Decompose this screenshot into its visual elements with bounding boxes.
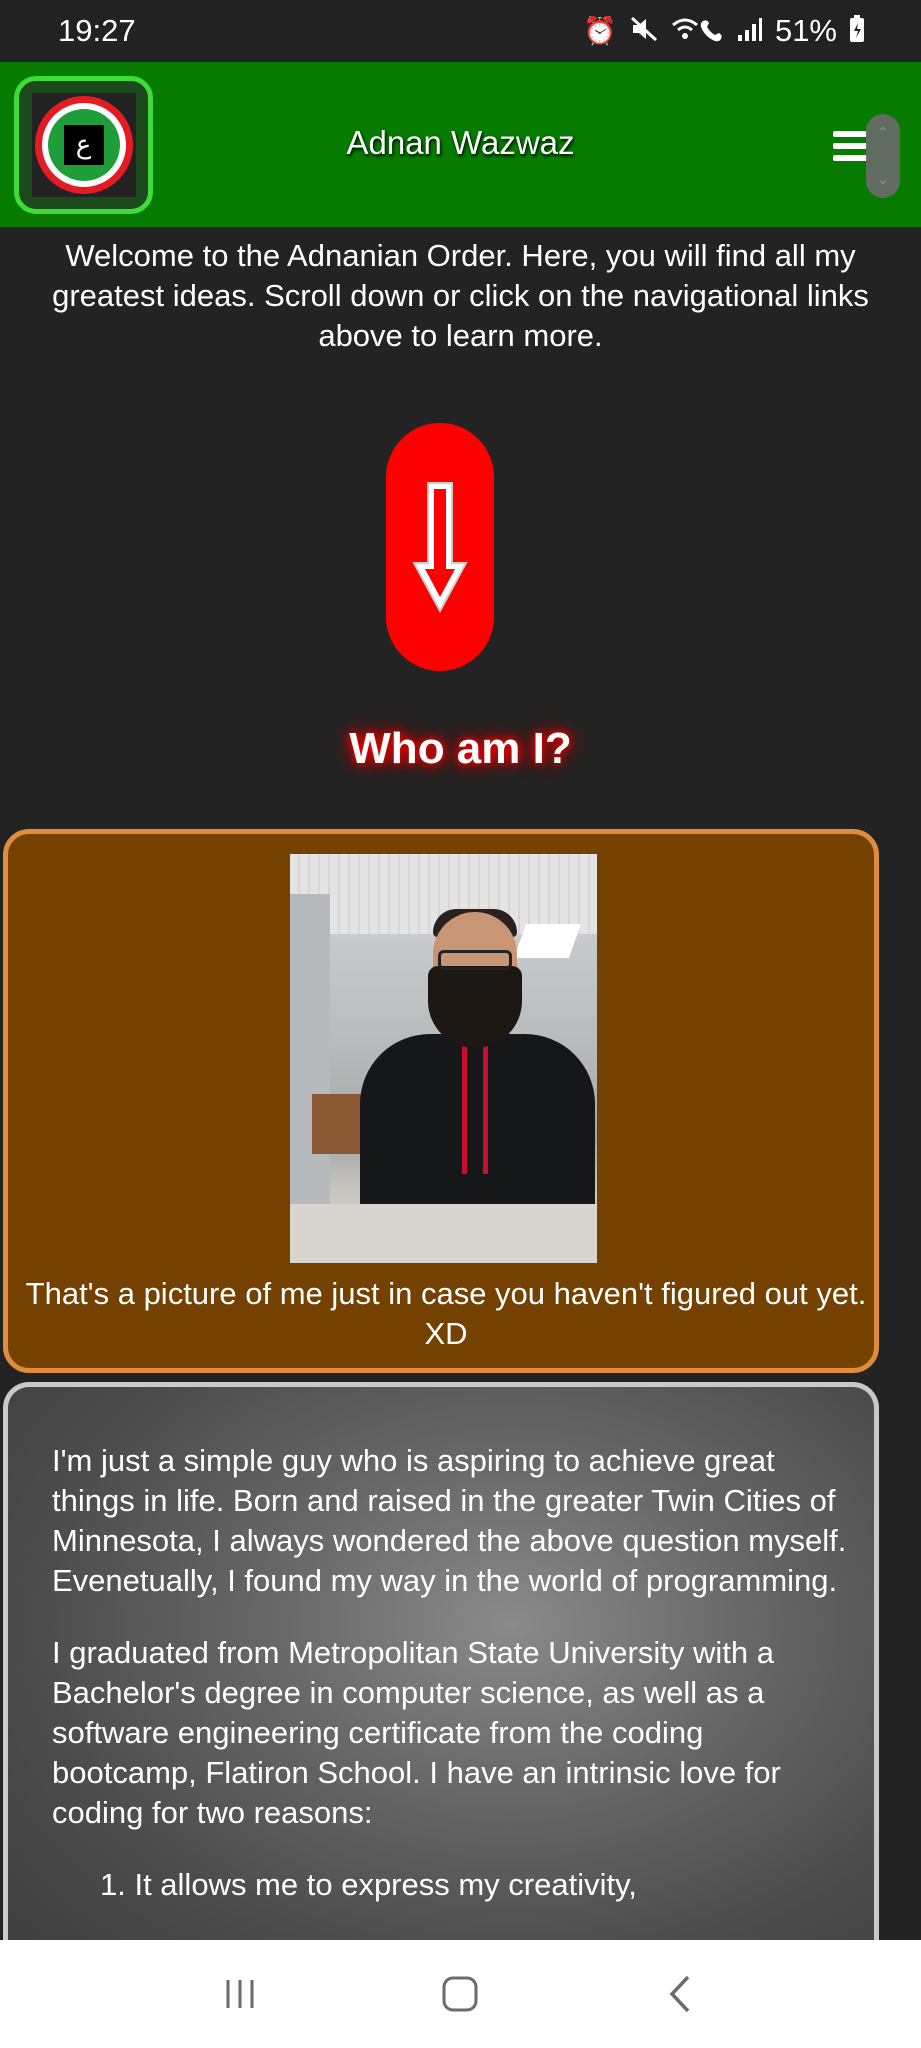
chevron-up-icon: ⌃ <box>877 124 889 140</box>
battery-percent: 51% <box>774 13 837 48</box>
bio-paragraph: I graduated from Metropolitan State Univ… <box>52 1635 781 1830</box>
intro-text: Welcome to the Adnanian Order. Here, you… <box>52 238 869 353</box>
status-icons: ⏰ 51% <box>583 13 865 49</box>
system-nav-bar <box>0 1940 921 2048</box>
recents-icon[interactable] <box>210 1964 270 2024</box>
list-item: 1. It allows me to express my creativity… <box>100 1867 637 1902</box>
alarm-icon: ⏰ <box>583 15 617 46</box>
scroll-down-button[interactable] <box>386 423 494 671</box>
wifi-calling-icon <box>671 15 725 48</box>
bio-text: I'm just a simple guy who is aspiring to… <box>52 1441 852 1905</box>
section-heading: Who am I? <box>349 724 572 773</box>
site-title[interactable]: Adnan Wazwaz <box>0 124 921 162</box>
home-icon[interactable] <box>430 1964 490 2024</box>
signal-icon <box>737 16 763 47</box>
bio-card: I'm just a simple guy who is aspiring to… <box>3 1382 879 1982</box>
hamburger-menu-icon[interactable] <box>833 131 867 161</box>
back-icon[interactable] <box>651 1964 711 2024</box>
reasons-list: 1. It allows me to express my creativity… <box>52 1865 852 1905</box>
screen: 19:27 ⏰ 51% ع Adnan Wazwaz ⌃ ⌄ Welcome t… <box>0 0 921 2048</box>
down-arrow-icon <box>412 482 468 614</box>
site-header: ع Adnan Wazwaz ⌃ ⌄ <box>0 62 921 227</box>
chevron-down-icon: ⌄ <box>877 171 889 187</box>
scroll-handle[interactable]: ⌃ ⌄ <box>866 114 900 198</box>
status-time: 19:27 <box>58 13 136 48</box>
bio-paragraph: I'm just a simple guy who is aspiring to… <box>52 1443 847 1598</box>
profile-photo <box>290 854 597 1263</box>
battery-icon <box>849 14 865 48</box>
photo-caption: That's a picture of me just in case you … <box>25 1276 867 1351</box>
photo-card: That's a picture of me just in case you … <box>3 829 879 1373</box>
status-bar: 19:27 ⏰ 51% <box>0 0 921 62</box>
mute-icon <box>629 15 659 48</box>
